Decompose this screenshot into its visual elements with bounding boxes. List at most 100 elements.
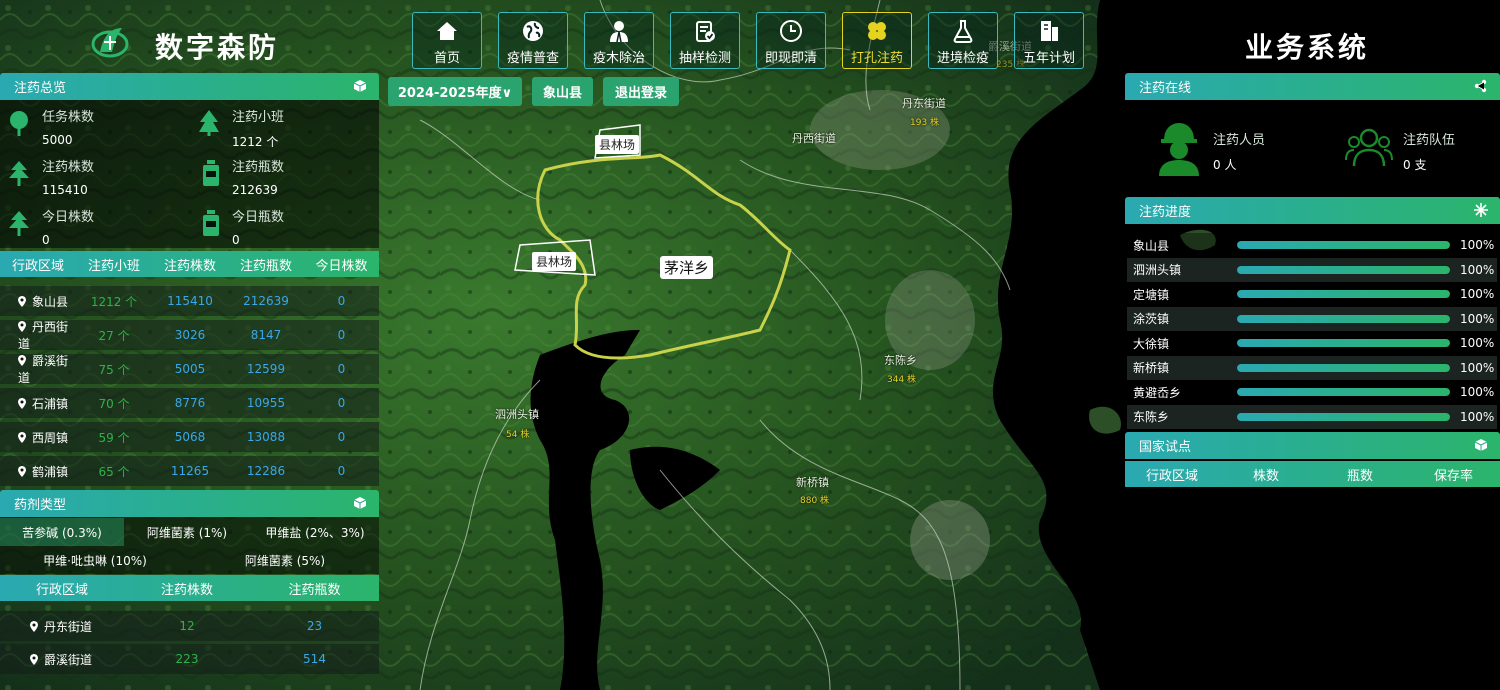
progress-bar <box>1237 363 1450 372</box>
progress-row[interactable]: 大徐镇 100% <box>1127 331 1497 355</box>
location-pin-icon <box>18 355 26 366</box>
progress-row[interactable]: 定塘镇 100% <box>1127 282 1497 306</box>
plots-cell: 27 个 <box>98 328 130 343</box>
region-table-row[interactable]: 爵溪街道 75 个 5005 12599 0 <box>0 354 379 385</box>
progress-track <box>1237 388 1450 396</box>
drug-type-tag[interactable]: 阿维菌素 (5%) <box>210 546 360 574</box>
logout-button[interactable]: 退出登录 <box>603 77 679 106</box>
trees-cell: 3026 <box>174 328 206 342</box>
region-name-cell: 爵溪街道 <box>18 354 69 385</box>
nav-label: 疫木除治 <box>592 51 645 66</box>
stat-label: 今日株数 <box>42 210 95 225</box>
home-icon <box>437 22 457 40</box>
nav-instant-clear[interactable]: 即现即清 <box>756 12 826 69</box>
progress-town-name: 东陈乡 <box>1133 410 1170 424</box>
progress-bar <box>1237 314 1450 323</box>
column-header: 注药株数 <box>163 258 216 274</box>
drug-type-tag[interactable]: 甲维·吡虫啉 (10%) <box>20 546 170 574</box>
progress-track <box>1237 241 1450 249</box>
nav-home[interactable]: 首页 <box>412 12 482 69</box>
progress-town-name: 大徐镇 <box>1133 336 1170 351</box>
worker-person-icon <box>1159 123 1199 176</box>
column-header: 保存率 <box>1433 468 1473 484</box>
progress-track <box>1237 412 1450 421</box>
region-name-cell: 石浦镇 <box>0 395 76 412</box>
app-title: 数字森防 <box>155 31 280 64</box>
nav-five-year-plan[interactable]: 五年计划 <box>1014 12 1084 69</box>
nav-epidemic-survey[interactable]: 疫情普查 <box>498 12 568 69</box>
nav-label: 进境检疫 <box>936 51 989 66</box>
nav-entry-quarantine[interactable]: 进境检疫 <box>928 12 998 69</box>
progress-row[interactable]: 新桥镇 100% <box>1127 355 1497 380</box>
progress-row[interactable]: 黄避岙乡 100% <box>1127 380 1497 404</box>
drug-table-row[interactable]: 丹东街道 12 23 <box>0 611 379 641</box>
region-name-cell: 象山县 <box>0 293 76 310</box>
bottle-today-icon <box>203 210 219 236</box>
region-table-row[interactable]: 石浦镇 70 个 8776 10955 0 <box>0 388 379 418</box>
progress-row[interactable]: 泗洲头镇 100% <box>1127 257 1497 282</box>
clipboard-icon <box>696 21 715 42</box>
region-name-cell: 丹西街道 <box>18 320 69 351</box>
column-header: 行政区域 <box>11 258 64 274</box>
bottles-cell: 8147 <box>250 328 282 342</box>
clock-icon <box>780 20 802 42</box>
trees-cell: 5068 <box>174 430 206 444</box>
bottle-icon <box>203 160 219 186</box>
progress-row[interactable]: 象山县 100% <box>1127 233 1497 257</box>
drug-type-tag[interactable]: 甲维盐 (2%、3%) <box>252 518 378 546</box>
bottles-cell: 23 <box>306 619 323 633</box>
location-pin-icon <box>18 431 26 443</box>
region-table-row[interactable]: 西周镇 59 个 5068 13088 0 <box>0 422 379 452</box>
nav-label: 五年计划 <box>1022 51 1075 66</box>
team-icon <box>1345 128 1393 167</box>
location-pin-icon <box>18 465 26 477</box>
county-select[interactable]: 象山县 <box>532 77 593 106</box>
drug-table-row[interactable]: 爵溪街道 223 514 <box>0 644 379 674</box>
region-table-row[interactable]: 象山县 1212 个 115410 212639 0 <box>0 286 379 316</box>
logo-icon <box>90 22 130 62</box>
map-town-label: 泗洲头镇 <box>495 408 539 421</box>
pine-tree-icon <box>199 110 219 136</box>
overview-panel-header: 注药总览 <box>0 73 379 100</box>
nav-label: 打孔注药 <box>850 51 903 66</box>
region-name-cell: 西周镇 <box>0 429 76 446</box>
nav-tree-removal[interactable]: 疫木除治 <box>584 12 654 69</box>
year-select[interactable]: 2024-2025年度∨ <box>388 77 522 106</box>
stat-today-trees: 今日株数 0 <box>42 206 94 247</box>
stat-label: 注药瓶数 <box>232 160 285 175</box>
region-table-row[interactable]: 丹西街道 27 个 3026 8147 0 <box>0 320 379 351</box>
region-table-row[interactable]: 鹤浦镇 65 个 11265 12286 0 <box>0 456 379 486</box>
stat-label: 任务株数 <box>42 110 95 125</box>
map-town-count: 54 株 <box>506 430 530 440</box>
map-town-label: 丹东街道 <box>902 97 946 110</box>
progress-bar <box>1237 339 1450 347</box>
trees-cell: 11265 <box>170 464 210 478</box>
nav-label: 即现即清 <box>764 51 817 66</box>
progress-value: 100% <box>1460 336 1495 350</box>
nav-drilling-injection[interactable]: 打孔注药 <box>842 12 912 69</box>
progress-value: 100% <box>1460 385 1495 399</box>
progress-track <box>1237 314 1450 323</box>
overview-title: 注药总览 <box>14 81 67 96</box>
drug-type-tag[interactable]: 苦参碱 (0.3%) <box>0 518 124 546</box>
nav-sampling[interactable]: 抽样检测 <box>670 12 740 69</box>
trees-cell: 8776 <box>174 396 206 410</box>
trees-cell: 115410 <box>167 294 213 308</box>
today-trees-cell: 0 <box>337 396 346 410</box>
progress-bar <box>1237 388 1450 396</box>
plots-cell: 75 个 <box>98 362 130 377</box>
drug-type-tag[interactable]: 阿维菌素 (1%) <box>128 518 246 546</box>
progress-value: 100% <box>1460 238 1495 252</box>
column-header: 注药小班 <box>87 258 140 274</box>
top-nav: 首页 疫情普查 疫木除治 抽样检测 即现即清 打孔注药 进境检疫 五年计划 <box>412 12 1084 69</box>
online-teams: 注药队伍 0 支 <box>1403 129 1455 173</box>
stat-label: 注药株数 <box>42 160 95 175</box>
bottles-cell: 12286 <box>246 464 286 478</box>
location-pin-icon <box>30 653 38 665</box>
stat-value: 5000 <box>42 133 73 147</box>
column-header: 注药株数 <box>160 582 213 598</box>
progress-row[interactable]: 东陈乡 100% <box>1127 404 1497 429</box>
plan-icon <box>1041 21 1058 41</box>
nav-label: 首页 <box>433 51 460 66</box>
progress-row[interactable]: 涂茨镇 100% <box>1127 306 1497 331</box>
